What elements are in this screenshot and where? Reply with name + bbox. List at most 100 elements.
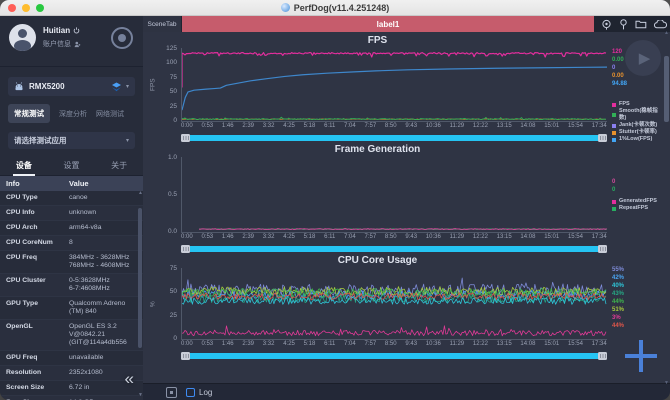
legend-item[interactable]: FPS xyxy=(612,101,665,108)
time-range-scrollbar[interactable] xyxy=(181,245,607,253)
x-tick: 4:25 xyxy=(283,234,295,244)
test-tab-深度分析[interactable]: 深度分析 xyxy=(59,109,87,119)
x-tick: 15:01 xyxy=(544,234,559,244)
avatar[interactable] xyxy=(9,24,36,51)
info-cell: CPU CoreNum xyxy=(0,236,63,250)
fps-plot[interactable] xyxy=(182,48,607,121)
panel-toggle-icon[interactable] xyxy=(166,387,177,398)
legend-swatch xyxy=(612,200,616,204)
legend-item[interactable]: Stutter(卡顿率) xyxy=(612,129,665,136)
series-value: 94.88 xyxy=(612,80,665,88)
scrollbar-thumb[interactable] xyxy=(664,56,669,122)
range-handle-right[interactable] xyxy=(598,134,607,142)
log-toggle[interactable]: Log xyxy=(186,388,212,397)
x-tick: 11:29 xyxy=(450,123,465,133)
x-tick: 11:29 xyxy=(450,341,465,351)
range-handle-left[interactable] xyxy=(181,245,190,253)
frame-generation-chart: Frame Generation 1.00.50.0 00 GeneratedF… xyxy=(148,144,665,253)
add-chart-button[interactable] xyxy=(625,340,657,372)
value-cell: 8 xyxy=(63,236,143,250)
main-vertical-scrollbar[interactable]: ▲ ▼ xyxy=(664,34,669,380)
target-icon[interactable] xyxy=(601,19,612,30)
series-current-values: 00 xyxy=(612,178,665,194)
scroll-down-icon[interactable]: ▼ xyxy=(664,380,669,386)
sidebar-collapse-button[interactable]: « xyxy=(125,372,134,386)
range-handle-left[interactable] xyxy=(181,352,190,360)
frame-generation-plot[interactable] xyxy=(182,157,607,232)
legend-item[interactable]: 1%Low(FPS) xyxy=(612,136,665,143)
series-value: 0 xyxy=(612,186,665,194)
y-tick: 50 xyxy=(158,289,177,295)
sidebar-tab-设置[interactable]: 设置 xyxy=(48,158,96,175)
logout-power-icon[interactable] xyxy=(73,27,80,34)
x-tick: 2:39 xyxy=(242,123,254,133)
scroll-up-icon[interactable]: ▲ xyxy=(138,190,142,196)
legend-item[interactable]: GeneratedFPS xyxy=(612,198,665,205)
scene-tab[interactable]: SceneTab xyxy=(143,16,181,32)
x-tick: 7:04 xyxy=(344,123,356,133)
log-checkbox[interactable] xyxy=(186,388,195,397)
x-tick: 15:54 xyxy=(568,341,583,351)
play-overlay-button[interactable]: ▶ xyxy=(625,40,661,76)
test-tab-常规测试[interactable]: 常规测试 xyxy=(8,104,50,123)
scroll-down-icon[interactable]: ▼ xyxy=(138,392,142,398)
device-selector[interactable]: RMX5200 ▾ xyxy=(8,77,135,96)
user-panel: Huitian 账户信息 xyxy=(0,16,143,67)
range-bar[interactable] xyxy=(190,353,598,359)
connection-layers-icon[interactable] xyxy=(111,82,122,92)
table-header: Info Value xyxy=(0,176,143,191)
x-tick: 3:32 xyxy=(263,123,275,133)
bottom-bar: Log xyxy=(143,383,670,400)
x-tick: 17:34 xyxy=(592,234,607,244)
legend-item[interactable]: Smooth(稳帧指数) xyxy=(612,108,665,122)
y-tick: 25 xyxy=(158,313,177,319)
table-row: CPU Archarm64-v8a xyxy=(0,221,143,236)
time-range-scrollbar[interactable] xyxy=(181,352,607,360)
x-axis-ticks: 0:000:531:462:393:324:255:186:117:047:57… xyxy=(181,123,607,133)
app-select-dropdown[interactable]: 请选择测试应用 ▾ xyxy=(8,132,135,149)
value-cell: 384MHz - 3628MHz 768MHz - 4608MHz xyxy=(63,251,143,273)
y-axis-label: % xyxy=(148,268,158,340)
pin-icon[interactable] xyxy=(619,19,628,30)
x-tick: 10:36 xyxy=(426,341,441,351)
scene-label-bar[interactable]: label1 xyxy=(182,16,594,32)
legend-item[interactable]: RepeatFPS xyxy=(612,205,665,212)
x-tick: 11:29 xyxy=(450,234,465,244)
strip-icons xyxy=(594,16,670,32)
cloud-icon[interactable] xyxy=(654,20,667,29)
x-tick: 17:34 xyxy=(592,123,607,133)
range-handle-left[interactable] xyxy=(181,134,190,142)
app-select-placeholder: 请选择测试应用 xyxy=(14,135,126,146)
device-name: RMX5200 xyxy=(29,82,111,91)
chart-title: Frame Generation xyxy=(148,144,607,157)
legend-swatch xyxy=(612,103,616,107)
cpu-core-usage-plot[interactable] xyxy=(182,268,607,339)
info-cell: Resolution xyxy=(0,366,63,380)
table-row: CPU CoreNum8 xyxy=(0,236,143,251)
folder-icon[interactable] xyxy=(635,19,647,29)
x-tick: 14:08 xyxy=(520,341,535,351)
x-tick: 5:18 xyxy=(304,234,316,244)
record-stop-button[interactable] xyxy=(111,27,133,49)
chart-title: FPS xyxy=(148,35,607,48)
time-range-scrollbar[interactable] xyxy=(181,134,607,142)
table-scrollbar[interactable]: ▲ ▼ xyxy=(138,190,142,398)
range-handle-right[interactable] xyxy=(598,245,607,253)
sidebar-tab-关于[interactable]: 关于 xyxy=(95,158,143,175)
y-axis-ticks: 1251007550250 xyxy=(158,48,181,122)
test-tab-网络测试[interactable]: 网络测试 xyxy=(96,109,124,119)
account-info-link[interactable]: 账户信息 xyxy=(43,39,71,49)
range-handle-right[interactable] xyxy=(598,352,607,360)
column-header-info: Info xyxy=(0,176,63,191)
range-bar[interactable] xyxy=(190,246,598,252)
range-bar[interactable] xyxy=(190,135,598,141)
x-tick: 10:36 xyxy=(426,234,441,244)
perfdog-logo-icon xyxy=(281,3,290,12)
info-cell: GPU Type xyxy=(0,297,63,319)
scroll-up-icon[interactable]: ▲ xyxy=(664,30,669,36)
table-scrollbar-thumb[interactable] xyxy=(138,208,142,348)
sidebar-tab-设备[interactable]: 设备 xyxy=(0,158,48,175)
legend-item[interactable]: Jank(卡顿次数) xyxy=(612,122,665,129)
x-tick: 9:43 xyxy=(405,234,417,244)
x-tick: 4:25 xyxy=(283,341,295,351)
